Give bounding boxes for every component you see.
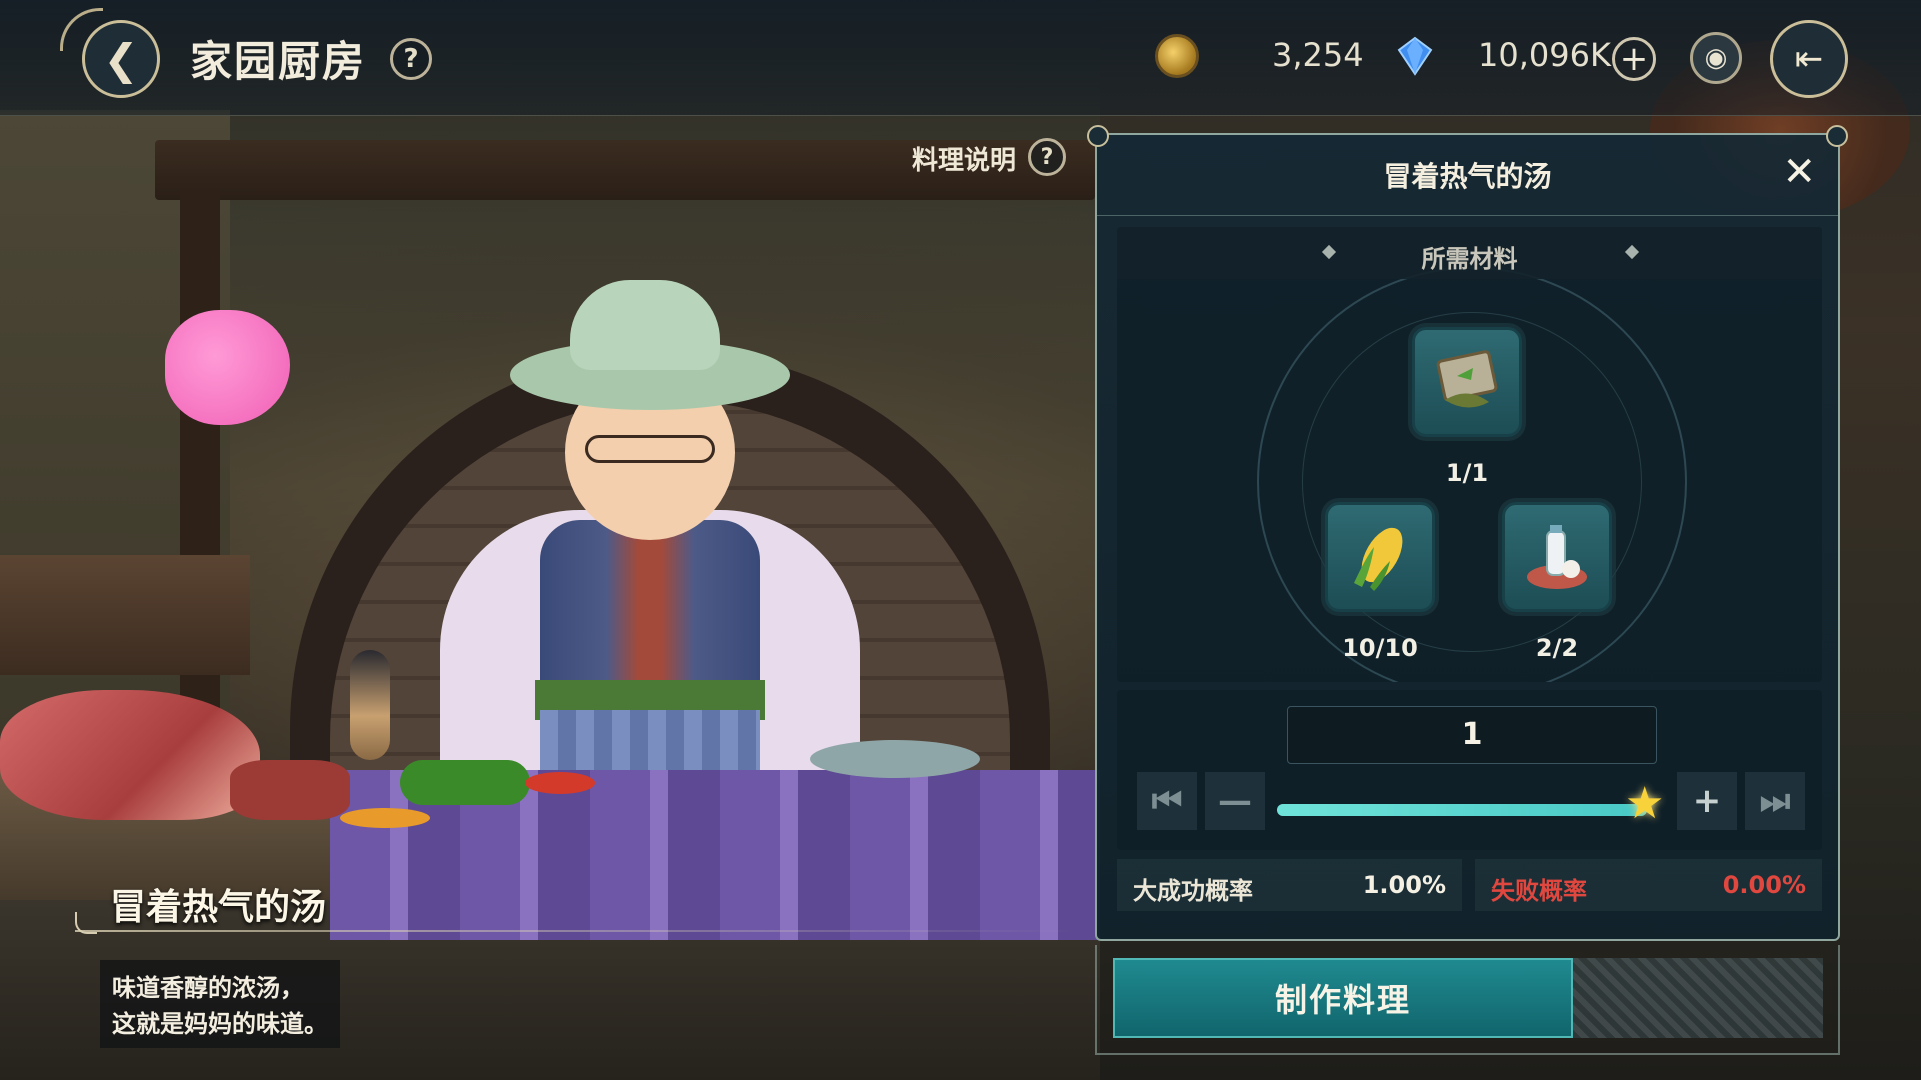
character-glasses bbox=[585, 435, 715, 463]
ingredient-slot[interactable] bbox=[1412, 327, 1522, 437]
materials-title: 所需材料 bbox=[1421, 245, 1518, 273]
description-line: 这就是妈妈的味道。 bbox=[112, 1010, 328, 1038]
max-quantity-button[interactable]: ⏭ bbox=[1745, 772, 1805, 830]
cucumber bbox=[400, 760, 530, 805]
camera-button[interactable]: ◉ bbox=[1690, 32, 1742, 84]
dish-name: 冒着热气的汤 bbox=[110, 887, 327, 928]
help-button[interactable]: ? bbox=[390, 38, 432, 80]
min-quantity-button[interactable]: ⏮ bbox=[1137, 772, 1197, 830]
camera-icon: ◉ bbox=[1704, 43, 1728, 73]
exit-icon: ⇤ bbox=[1794, 39, 1824, 79]
carrot-slices bbox=[340, 808, 430, 828]
milk-bottle-icon bbox=[1527, 525, 1587, 589]
character-hat bbox=[570, 280, 720, 370]
herb-packet-icon bbox=[1436, 350, 1498, 408]
materials-section: 所需材料 1/1 10/10 2/2 bbox=[1117, 227, 1822, 682]
vegetable-shelf bbox=[0, 555, 250, 675]
description-line: 味道香醇的浓汤， bbox=[112, 974, 304, 1002]
increase-button[interactable]: + bbox=[1677, 772, 1737, 830]
recipe-title: 冒着热气的汤 bbox=[1383, 160, 1552, 193]
corn-icon bbox=[1354, 527, 1403, 591]
cooking-explanation-help-button[interactable]: ? bbox=[1028, 138, 1066, 176]
close-button[interactable]: ✕ bbox=[1782, 149, 1816, 195]
materials-header: 所需材料 bbox=[1117, 227, 1822, 279]
steak bbox=[230, 760, 350, 820]
blue-gem-icon bbox=[1397, 36, 1433, 76]
ingredient-slot[interactable] bbox=[1325, 502, 1435, 612]
top-bar: ❮ 家园厨房 ? 3,254 10,096K + ◉ ⇤ bbox=[0, 0, 1921, 116]
add-gems-button[interactable]: + bbox=[1612, 37, 1656, 81]
divider bbox=[75, 930, 1075, 932]
great-success-box: 大成功概率 1.00% bbox=[1117, 859, 1462, 911]
chef-character bbox=[440, 280, 880, 780]
great-success-label: 大成功概率 bbox=[1133, 877, 1253, 905]
fail-label: 失败概率 bbox=[1491, 877, 1587, 905]
cooking-explanation-label[interactable]: 料理说明 bbox=[912, 140, 1016, 177]
exit-button[interactable]: ⇤ bbox=[1770, 20, 1848, 98]
great-success-value: 1.00% bbox=[1362, 871, 1446, 899]
slider-fill bbox=[1277, 804, 1647, 816]
fail-value: 0.00% bbox=[1722, 871, 1806, 899]
fail-box: 失败概率 0.00% bbox=[1475, 859, 1822, 911]
ingredient-count: 10/10 bbox=[1342, 634, 1418, 662]
recipe-panel: 冒着热气的汤 ✕ 所需材料 1/1 10/10 2/2 1 ⏮ — ★ + ⏭ … bbox=[1087, 125, 1848, 941]
quantity-section: 1 ⏮ — ★ + ⏭ bbox=[1117, 690, 1822, 850]
gold-amount: 3,254 bbox=[1272, 36, 1364, 74]
dish-description: 味道香醇的浓汤， 这就是妈妈的味道。 bbox=[100, 960, 340, 1048]
tomato-slices bbox=[525, 772, 595, 794]
quantity-slider[interactable]: ★ bbox=[1277, 782, 1664, 826]
decrease-button[interactable]: — bbox=[1205, 772, 1265, 830]
ingredient-slot[interactable] bbox=[1502, 502, 1612, 612]
button-texture bbox=[1573, 958, 1823, 1038]
raw-meat bbox=[0, 690, 260, 820]
plate bbox=[810, 740, 980, 778]
quantity-input[interactable]: 1 bbox=[1287, 706, 1657, 764]
make-dish-button[interactable]: 制作料理 bbox=[1113, 958, 1573, 1038]
ingredient-count: 2/2 bbox=[1535, 634, 1579, 662]
page-title: 家园厨房 bbox=[190, 37, 367, 86]
pepper-grinder bbox=[350, 650, 390, 760]
probability-row: 大成功概率 1.00% 失败概率 0.00% bbox=[1117, 859, 1822, 911]
slider-star-handle[interactable]: ★ bbox=[1625, 782, 1664, 826]
ingredient-count: 1/1 bbox=[1445, 459, 1489, 487]
gold-coin-icon bbox=[1155, 34, 1199, 78]
back-button[interactable]: ❮ bbox=[82, 20, 160, 98]
gem-amount: 10,096K bbox=[1478, 36, 1611, 74]
panel-header: 冒着热气的汤 ✕ bbox=[1097, 135, 1838, 216]
back-arrow-icon: ❮ bbox=[103, 34, 139, 84]
